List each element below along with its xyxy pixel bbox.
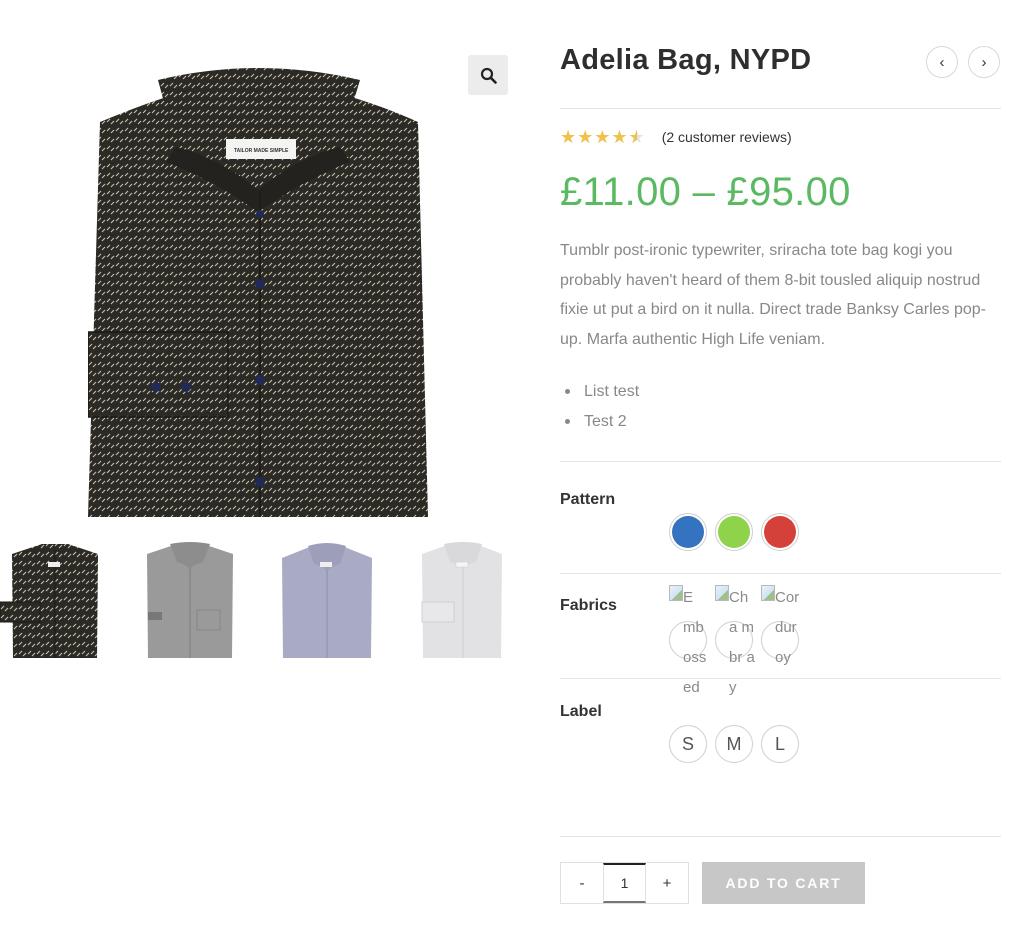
divider [560,573,1001,574]
thumbnail-white-shirt[interactable] [408,540,518,658]
divider [560,836,1001,837]
main-product-image[interactable]: TAILOR MADE SIMPLE [88,62,428,517]
fabrics-label: Fabrics [560,597,617,614]
quantity-input[interactable] [603,863,646,903]
label-option-m[interactable]: M [715,725,753,763]
pattern-swatch-blue[interactable] [669,513,707,551]
divider [560,461,1001,462]
fabric-alt-text: Cor dur oy [775,589,800,666]
broken-image-icon [669,585,683,601]
label-option-l[interactable]: L [761,725,799,763]
product-description: Tumblr post-ironic typewriter, sriracha … [560,242,986,348]
product-summary: Adelia Bag, NYPD ‹ › ★★★★★ ★★★★★ (2 cust… [560,0,1002,930]
add-to-cart-button[interactable]: ADD TO CART [702,862,865,904]
collar-label-text: TAILOR MADE SIMPLE [234,148,289,154]
chevron-left-icon: ‹ [939,53,945,71]
next-product-button[interactable]: › [968,46,1000,78]
zoom-button[interactable] [468,55,508,95]
magnifier-icon [480,67,497,84]
chevron-right-icon: › [981,53,987,71]
pattern-swatch-red[interactable] [761,513,799,551]
broken-image-icon [715,585,729,601]
previous-product-button[interactable]: ‹ [926,46,958,78]
divider [560,678,1001,679]
label-option-s[interactable]: S [669,725,707,763]
fabric-option-embossed[interactable]: E mb oss ed [669,583,709,703]
list-item: List test [560,377,639,407]
quantity-stepper: - + [560,862,689,904]
divider [560,108,1001,109]
star-icon: ★★★★★ ★★★★★ [560,127,646,147]
customer-reviews-link[interactable]: (2 customer reviews) [662,129,792,145]
product-rating: ★★★★★ ★★★★★ (2 customer reviews) [560,127,792,147]
product-bullet-list: List test Test 2 [560,377,639,436]
thumbnail-grey-shirt[interactable] [135,540,245,658]
thumbnail-strip [0,540,520,660]
product-gallery: TAILOR MADE SIMPLE [0,0,520,680]
quantity-increase-button[interactable]: + [646,863,688,903]
product-price: £11.00 – £95.00 [560,170,851,214]
pattern-label: Pattern [560,491,616,508]
fabric-alt-text: Cha mbr ay [729,589,755,696]
pattern-swatch-green[interactable] [715,513,753,551]
broken-image-icon [761,585,775,601]
list-item: Test 2 [560,407,639,437]
thumbnail-lavender-shirt[interactable] [272,540,382,658]
label-attribute-label: Label [560,703,602,720]
product-title: Adelia Bag, NYPD [560,44,812,76]
quantity-decrease-button[interactable]: - [561,863,603,903]
thumbnail-dark-shirt[interactable] [0,540,110,658]
fabric-option-chambray[interactable]: Cha mbr ay [715,583,755,703]
fabric-option-corduroy[interactable]: Cor dur oy [761,583,801,673]
fabric-alt-text: E mb oss ed [683,589,707,696]
